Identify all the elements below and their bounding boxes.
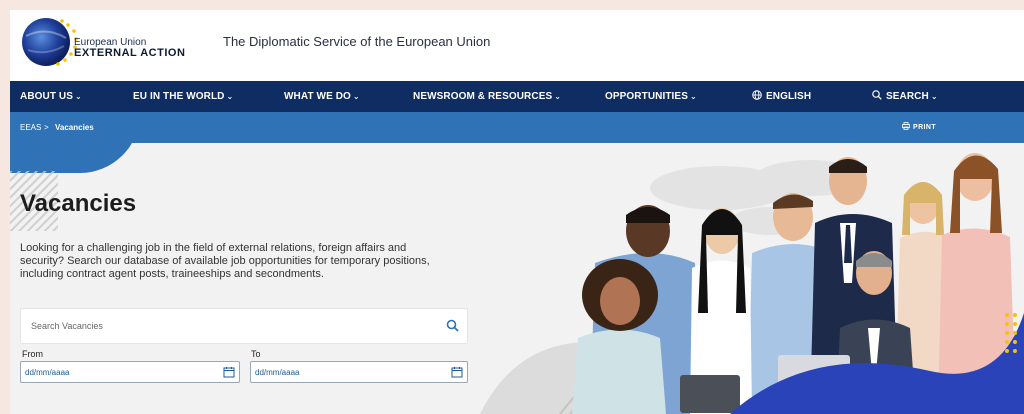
hero-team-illustration [480,153,1024,414]
globe-icon [752,90,762,100]
chevron-down-icon: ⌄ [930,92,938,101]
nav-item-label: OPPORTUNITIES [605,91,688,102]
vacancy-search-input[interactable] [21,309,431,343]
nav-item-about-us[interactable]: ABOUT US ⌄ [20,81,82,112]
search-label: SEARCH [886,91,929,102]
nav-item-label: WHAT WE DO [284,91,351,102]
nav-search[interactable]: SEARCH ⌄ [872,81,938,112]
page-title: Vacancies [20,190,137,217]
print-label: PRINT [913,124,936,131]
eu-logo-icon[interactable] [20,16,80,68]
nav-item-label: EU IN THE WORLD [133,91,225,102]
nav-item-opportunities[interactable]: OPPORTUNITIES ⌄ [605,81,697,112]
breadcrumb-current: Vacancies [55,123,94,132]
breadcrumb-root[interactable]: EEAS [20,112,41,143]
vacancy-search-box [20,308,468,344]
vacancies-section: Vacancies Looking for a challenging job … [10,143,1024,414]
page-intro: Looking for a challenging job in the fie… [20,242,430,280]
breadcrumb-separator: > [44,123,49,132]
decorative-wave [10,143,140,173]
chevron-down-icon: ⌄ [75,92,82,101]
main-navigation: ABOUT US ⌄ EU IN THE WORLD ⌄ WHAT WE DO ⌄ N… [10,81,1024,112]
from-label: From [22,349,43,359]
from-date-input[interactable] [21,362,211,382]
person-woman-curly-hair [572,259,666,414]
chevron-down-icon: ⌄ [352,92,360,101]
print-icon [902,122,910,130]
chevron-down-icon: ⌄ [226,92,234,101]
nav-item-label: ABOUT US [20,91,74,102]
nav-item-newsroom-resources[interactable]: NEWSROOM & RESOURCES ⌄ [413,81,561,112]
site-tagline: The Diplomatic Service of the European U… [223,34,491,49]
page-frame: European Union EXTERNAL ACTION The Diplo… [10,10,1024,414]
to-date-field [250,361,468,383]
chevron-down-icon: ⌄ [689,92,697,101]
brand-text[interactable]: European Union EXTERNAL ACTION [74,37,185,59]
brand-line-2: EXTERNAL ACTION [74,47,186,59]
nav-item-eu-in-the-world[interactable]: EU IN THE WORLD ⌄ [133,81,233,112]
language-label: ENGLISH [766,91,812,102]
search-icon[interactable] [445,318,461,334]
breadcrumb: EEAS > Vacancies PRINT [10,112,1024,143]
to-date-input[interactable] [251,362,441,382]
language-selector[interactable]: ENGLISH [752,81,811,112]
nav-item-what-we-do[interactable]: WHAT WE DO ⌄ [284,81,360,112]
chevron-down-icon: ⌄ [554,92,562,101]
calendar-icon[interactable] [223,366,235,378]
site-header: European Union EXTERNAL ACTION The Diplo… [10,10,1024,81]
from-date-field [20,361,240,383]
calendar-icon[interactable] [451,366,463,378]
print-button[interactable]: PRINT [902,112,936,143]
to-label: To [251,349,261,359]
nav-item-label: NEWSROOM & RESOURCES [413,91,553,102]
search-icon [872,90,882,100]
